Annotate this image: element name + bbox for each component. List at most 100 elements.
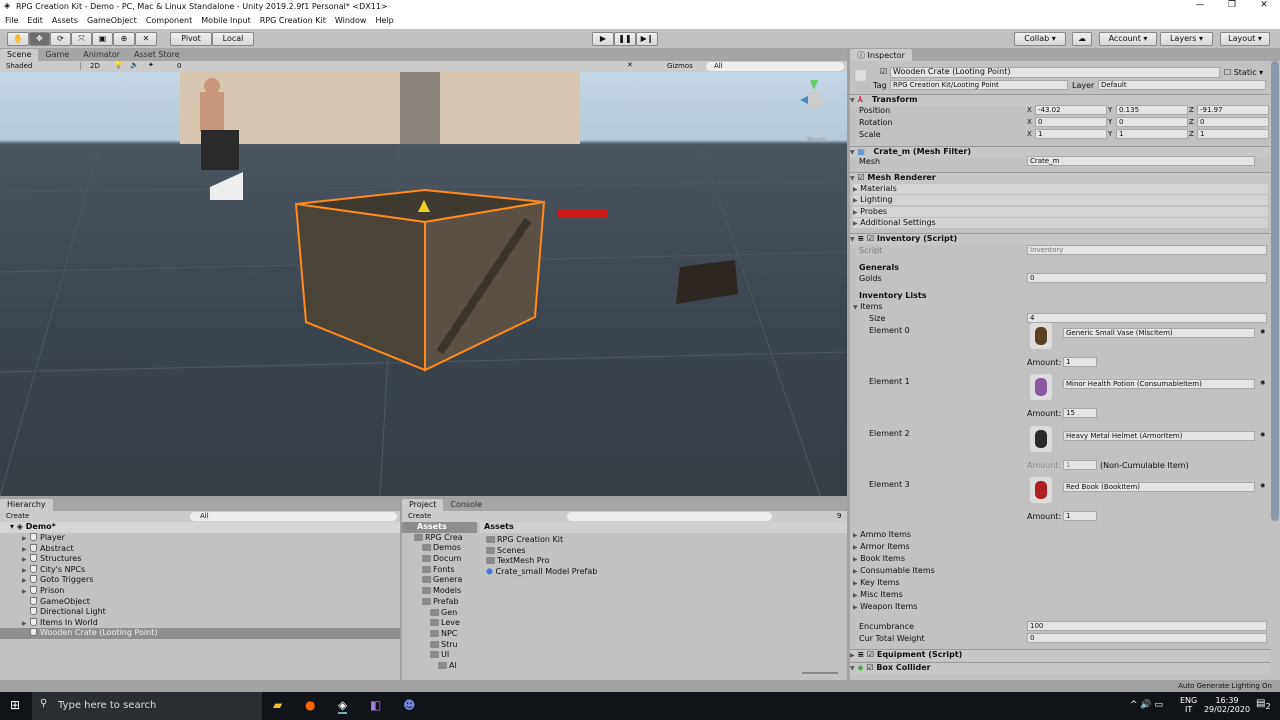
tab-game[interactable]: Game bbox=[38, 49, 76, 61]
project-folder[interactable]: Gen bbox=[402, 608, 477, 619]
encumbrance-field[interactable]: 100 bbox=[1027, 621, 1267, 631]
close-button[interactable]: ✕ bbox=[1248, 0, 1280, 14]
menu-component[interactable]: Component bbox=[146, 16, 192, 27]
hidden-packages-count[interactable]: 9 bbox=[837, 512, 841, 520]
rotation-y-field[interactable]: 0 bbox=[1116, 117, 1188, 127]
hierarchy-item[interactable]: ▶ Structures bbox=[0, 554, 400, 565]
taskbar-search[interactable]: ⚲ Type here to search bbox=[32, 692, 262, 720]
asset-item[interactable]: Scenes bbox=[486, 546, 597, 557]
audio-toggle-icon[interactable]: 🔈 bbox=[130, 61, 139, 69]
object-picker-icon[interactable]: ◉ bbox=[1260, 431, 1265, 438]
menu-edit[interactable]: Edit bbox=[27, 16, 43, 27]
tab-scene[interactable]: Scene bbox=[0, 49, 39, 61]
menu-gameobject[interactable]: GameObject bbox=[87, 16, 137, 27]
active-checkbox[interactable]: ☑ bbox=[880, 67, 887, 76]
tab-inspector[interactable]: ⓘ Inspector bbox=[850, 49, 912, 61]
item-reference-field[interactable]: Heavy Metal Helmet (ArmorItem) bbox=[1063, 430, 1255, 441]
account-dropdown[interactable]: Account ▾ bbox=[1099, 32, 1157, 46]
project-folder[interactable]: Assets bbox=[402, 522, 477, 533]
gizmos-dropdown[interactable]: Gizmos bbox=[667, 62, 693, 70]
cloud-icon[interactable]: ☁ bbox=[1072, 32, 1092, 46]
project-search-input[interactable] bbox=[567, 512, 772, 521]
effects-toggle-icon[interactable]: ✦ bbox=[148, 61, 154, 69]
amount-field[interactable]: 1 bbox=[1063, 357, 1097, 367]
discord-icon[interactable]: ☻ bbox=[403, 698, 416, 712]
layout-dropdown[interactable]: Layout ▾ bbox=[1220, 32, 1270, 46]
clock[interactable]: 16:39 29/02/2020 bbox=[1203, 696, 1251, 714]
tray-icons[interactable]: ^ 🔊 ▭ bbox=[1130, 700, 1163, 710]
pause-button[interactable]: ❚❚ bbox=[614, 32, 636, 46]
asset-item[interactable]: ⬢ Crate_small Model Prefab bbox=[486, 567, 597, 578]
orientation-gizmo[interactable] bbox=[800, 80, 823, 109]
object-picker-icon[interactable]: ◉ bbox=[1260, 482, 1265, 489]
project-folder[interactable]: Fonts bbox=[402, 565, 477, 576]
hierarchy-item[interactable]: GameObject bbox=[0, 596, 400, 608]
custom-tool-button[interactable]: ✕ bbox=[135, 32, 157, 46]
hand-tool-button[interactable]: ✋ bbox=[7, 32, 29, 46]
weight-field[interactable]: 0 bbox=[1027, 633, 1267, 643]
scene-root[interactable]: ▾ ◈ Demo* bbox=[0, 522, 400, 533]
item-category-foldout[interactable]: ▶ Ammo Items bbox=[853, 530, 911, 539]
asset-item[interactable]: TextMesh Pro bbox=[486, 556, 597, 567]
transform-tool-button[interactable]: ⊕ bbox=[113, 32, 135, 46]
position-y-field[interactable]: 0.135 bbox=[1116, 105, 1188, 115]
icon-size-slider[interactable] bbox=[802, 672, 838, 674]
position-z-field[interactable]: -91.97 bbox=[1197, 105, 1269, 115]
scene-viewport[interactable]: Persp bbox=[0, 72, 847, 496]
tab-animator[interactable]: Animator bbox=[76, 49, 127, 61]
crate-left-face[interactable] bbox=[294, 202, 426, 372]
equipment-header[interactable]: ▶ ≡ ☑ Equipment (Script) bbox=[850, 649, 1270, 661]
2d-toggle[interactable]: 2D bbox=[90, 62, 100, 70]
layer-dropdown[interactable]: Default bbox=[1098, 80, 1266, 90]
layers-dropdown[interactable]: Layers ▾ bbox=[1160, 32, 1213, 46]
box-collider-header[interactable]: ▼ ◆ ☑ Box Collider bbox=[850, 662, 1270, 674]
language-indicator[interactable]: ENG IT bbox=[1180, 696, 1197, 714]
hierarchy-item[interactable]: Wooden Crate (Looting Point) bbox=[0, 628, 400, 639]
golds-field[interactable]: 0 bbox=[1027, 273, 1267, 283]
file-explorer-icon[interactable]: ▰ bbox=[273, 698, 282, 712]
step-button[interactable]: ▶❙ bbox=[636, 32, 658, 46]
lighting-toggle-icon[interactable]: 💡 bbox=[114, 61, 123, 69]
project-folder[interactable]: Leve bbox=[402, 618, 477, 629]
item-category-foldout[interactable]: ▶ Armor Items bbox=[853, 542, 910, 551]
object-picker-icon[interactable]: ◉ bbox=[1260, 328, 1265, 335]
hierarchy-search-input[interactable]: All bbox=[190, 512, 397, 521]
menu-assets[interactable]: Assets bbox=[52, 16, 78, 27]
maximize-button[interactable]: ❐ bbox=[1216, 0, 1248, 14]
menu-window[interactable]: Window bbox=[335, 16, 367, 27]
create-dropdown[interactable]: Create bbox=[6, 512, 29, 520]
windows-start-icon[interactable]: ⊞ bbox=[10, 698, 20, 712]
project-folder[interactable]: UI bbox=[402, 650, 477, 661]
project-folder[interactable]: RPG Crea bbox=[402, 533, 477, 544]
shading-dropdown[interactable]: Shaded bbox=[6, 62, 81, 70]
project-folder[interactable]: Al bbox=[402, 661, 477, 672]
menu-help[interactable]: Help bbox=[375, 16, 393, 27]
item-reference-field[interactable]: Minor Health Potion (ConsumableItem) bbox=[1063, 379, 1255, 390]
move-tool-button[interactable]: ✥ bbox=[29, 32, 50, 46]
project-folder[interactable]: NPC bbox=[402, 629, 477, 640]
mesh-renderer-section[interactable]: ▶ Probes bbox=[853, 206, 1268, 218]
size-field[interactable]: 4 bbox=[1027, 313, 1267, 323]
mesh-field[interactable]: Crate_m bbox=[1027, 156, 1255, 166]
amount-field[interactable]: 1 bbox=[1063, 510, 1097, 521]
collab-button[interactable]: Collab ▾ bbox=[1014, 32, 1066, 46]
tab-asset-store[interactable]: Asset Store bbox=[127, 49, 187, 61]
item-category-foldout[interactable]: ▶ Key Items bbox=[853, 578, 900, 587]
project-folder[interactable]: Genera bbox=[402, 575, 477, 586]
menu-rpg-creation-kit[interactable]: RPG Creation Kit bbox=[260, 16, 326, 27]
tab-console[interactable]: Console bbox=[443, 499, 489, 511]
tag-dropdown[interactable]: RPG Creation Kit/Looting Point bbox=[890, 80, 1068, 90]
play-button[interactable]: ▶ bbox=[592, 32, 614, 46]
scale-y-field[interactable]: 1 bbox=[1116, 129, 1188, 139]
hierarchy-item[interactable]: Directional Light bbox=[0, 607, 400, 618]
hidden-count[interactable]: 0 bbox=[177, 62, 181, 70]
tab-hierarchy[interactable]: Hierarchy bbox=[0, 499, 53, 511]
visual-studio-icon[interactable]: ◧ bbox=[370, 698, 381, 712]
hierarchy-item[interactable]: ▶ Abstract bbox=[0, 543, 400, 555]
project-create-dropdown[interactable]: Create bbox=[408, 512, 431, 520]
asset-item[interactable]: RPG Creation Kit bbox=[486, 535, 597, 546]
static-toggle[interactable]: ☐ Static ▾ bbox=[1224, 68, 1263, 77]
items-foldout[interactable]: ▼ Items bbox=[853, 302, 883, 311]
scale-z-field[interactable]: 1 bbox=[1197, 129, 1269, 139]
item-reference-field[interactable]: Red Book (BookItem) bbox=[1063, 481, 1255, 492]
